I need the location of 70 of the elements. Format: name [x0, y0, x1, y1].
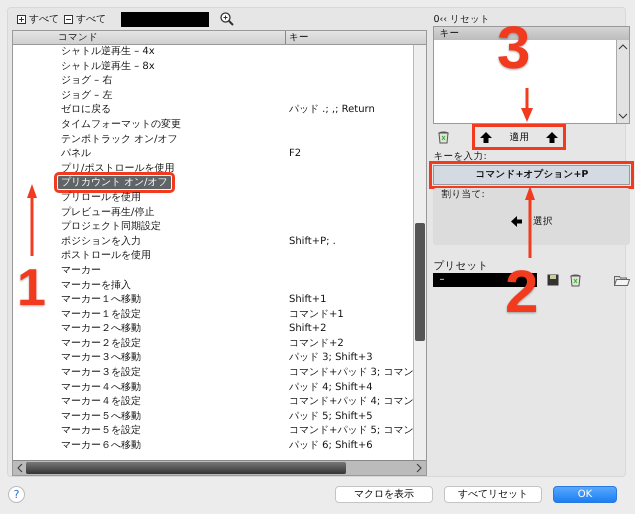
scroll-thumb[interactable] [415, 223, 426, 341]
dialog-button[interactable]: すべてリセット [444, 486, 542, 502]
command-item[interactable]: マーカー [58, 264, 104, 277]
key-cell: コマンド+パッド 3; コマン [289, 367, 414, 378]
left-arrow-icon[interactable] [510, 216, 523, 227]
command-item[interactable]: テンポトラック オン/オフ [58, 132, 181, 146]
search-field[interactable] [121, 12, 209, 26]
command-item[interactable]: マーカー１を設定 [58, 308, 144, 321]
command-item[interactable]: プレビュー再生/停止 [58, 206, 158, 219]
expand-all-link[interactable]: すべて [29, 12, 59, 26]
command-item[interactable]: マーカーを挿入 [58, 278, 134, 292]
command-item[interactable]: シャトル逆再生 – 8x [58, 60, 158, 73]
reset-link[interactable]: 0‹‹ リセット [433, 13, 630, 26]
zoom-icon[interactable] [220, 12, 234, 26]
command-item[interactable]: プリカウント オン/オフ [58, 176, 171, 190]
key-cell: コマンド+パッド 4; コマン [289, 396, 414, 408]
key-cell: コマンド+2 [289, 338, 344, 349]
command-item[interactable]: シャトル逆再生 – 4x [58, 45, 158, 58]
select-button[interactable]: 選択 [510, 215, 553, 228]
assign-label: 割り当て: [441, 188, 486, 201]
command-item[interactable]: ジョグ – 左 [58, 88, 116, 102]
command-item[interactable]: マーカー３へ移動 [58, 351, 144, 364]
command-item[interactable]: プリロールを使用 [58, 190, 144, 204]
expand-icon[interactable] [17, 14, 26, 24]
vertical-scrollbar[interactable] [616, 40, 630, 123]
command-item[interactable]: マーカー２へ移動 [58, 322, 144, 336]
key-cell: Shift+2 [289, 323, 326, 334]
command-item[interactable]: タイムフォーマットの変更 [58, 118, 184, 131]
scroll-thumb[interactable] [26, 462, 346, 474]
preset-label: プリセット [433, 260, 490, 273]
column-header[interactable]: コマンド [13, 31, 286, 44]
collapse-icon[interactable] [64, 14, 73, 24]
key-cell: コマンド+パッド 5; コマン [289, 425, 414, 436]
up-arrow-icon[interactable] [546, 132, 558, 142]
horizontal-scrollbar[interactable] [13, 460, 426, 475]
vertical-scrollbar[interactable] [413, 45, 426, 460]
key-cell: コマンド+1 [289, 308, 344, 320]
column-header[interactable]: キー [286, 31, 426, 44]
key-cell: Shift+1 [289, 294, 326, 306]
command-item[interactable]: ポジションを入力 [58, 234, 144, 248]
command-item[interactable]: マーカー４へ移動 [58, 380, 144, 394]
command-item[interactable]: マーカー１へ移動 [58, 293, 144, 306]
command-item[interactable]: マーカー３を設定 [58, 366, 144, 380]
key-cell: パッド 5; Shift+5 [289, 410, 373, 422]
trash-icon[interactable] [569, 273, 582, 287]
key-input-label: キーを入力: [433, 150, 488, 163]
command-item[interactable]: パネル [58, 147, 94, 160]
command-item[interactable]: マーカー４を設定 [58, 395, 144, 408]
command-item[interactable]: ジョグ – 右 [58, 74, 116, 88]
command-item[interactable]: マーカー５を設定 [58, 424, 144, 438]
command-item[interactable]: ポストロールを使用 [58, 249, 154, 262]
apply-button[interactable]: 適用 [475, 127, 564, 147]
command-item[interactable]: マーカー２を設定 [58, 336, 144, 350]
key-cell: Shift+P; . [289, 236, 336, 247]
key-cell: F2 [289, 148, 302, 160]
command-item[interactable]: プロジェクト同期設定 [58, 220, 164, 234]
help-button[interactable]: ? [8, 486, 25, 502]
collapse-all-link[interactable]: すべて [76, 12, 106, 26]
step-number: 1 [17, 258, 46, 318]
dialog-button[interactable]: マクロを表示 [335, 486, 433, 502]
folder-icon[interactable] [614, 274, 630, 286]
command-item[interactable]: マーカー６へ移動 [58, 439, 144, 452]
key-cell: パッド .; ,; Return [289, 104, 375, 116]
key-cell: パッド 4; Shift+4 [289, 382, 373, 393]
command-item[interactable]: マーカー５へ移動 [58, 410, 144, 423]
trash-icon[interactable] [437, 130, 450, 144]
key-cell: パッド 3; Shift+3 [289, 352, 373, 364]
command-item[interactable]: ゼロに戻る [58, 103, 114, 116]
up-arrow-icon[interactable] [480, 132, 492, 142]
key-cell: パッド 6; Shift+6 [289, 440, 373, 452]
